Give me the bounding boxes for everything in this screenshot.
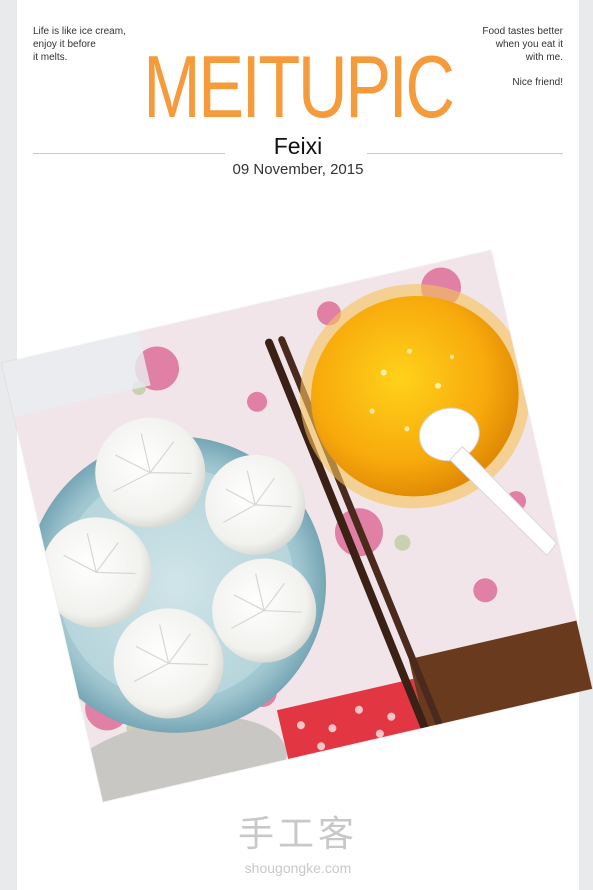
author-name: Feixi [273, 133, 323, 159]
post-date: 09 November, 2015 [232, 161, 364, 178]
watermark: 手工客 shougongke.com [17, 815, 579, 877]
watermark-url: shougongke.com [244, 860, 352, 876]
quote-left-line: Life is like ice cream, [33, 26, 126, 37]
brand-title: MEITUPIC [143, 37, 455, 136]
watermark-logo-text: 手工客 [237, 814, 358, 855]
quote-right-line: Food tastes better [482, 26, 563, 37]
